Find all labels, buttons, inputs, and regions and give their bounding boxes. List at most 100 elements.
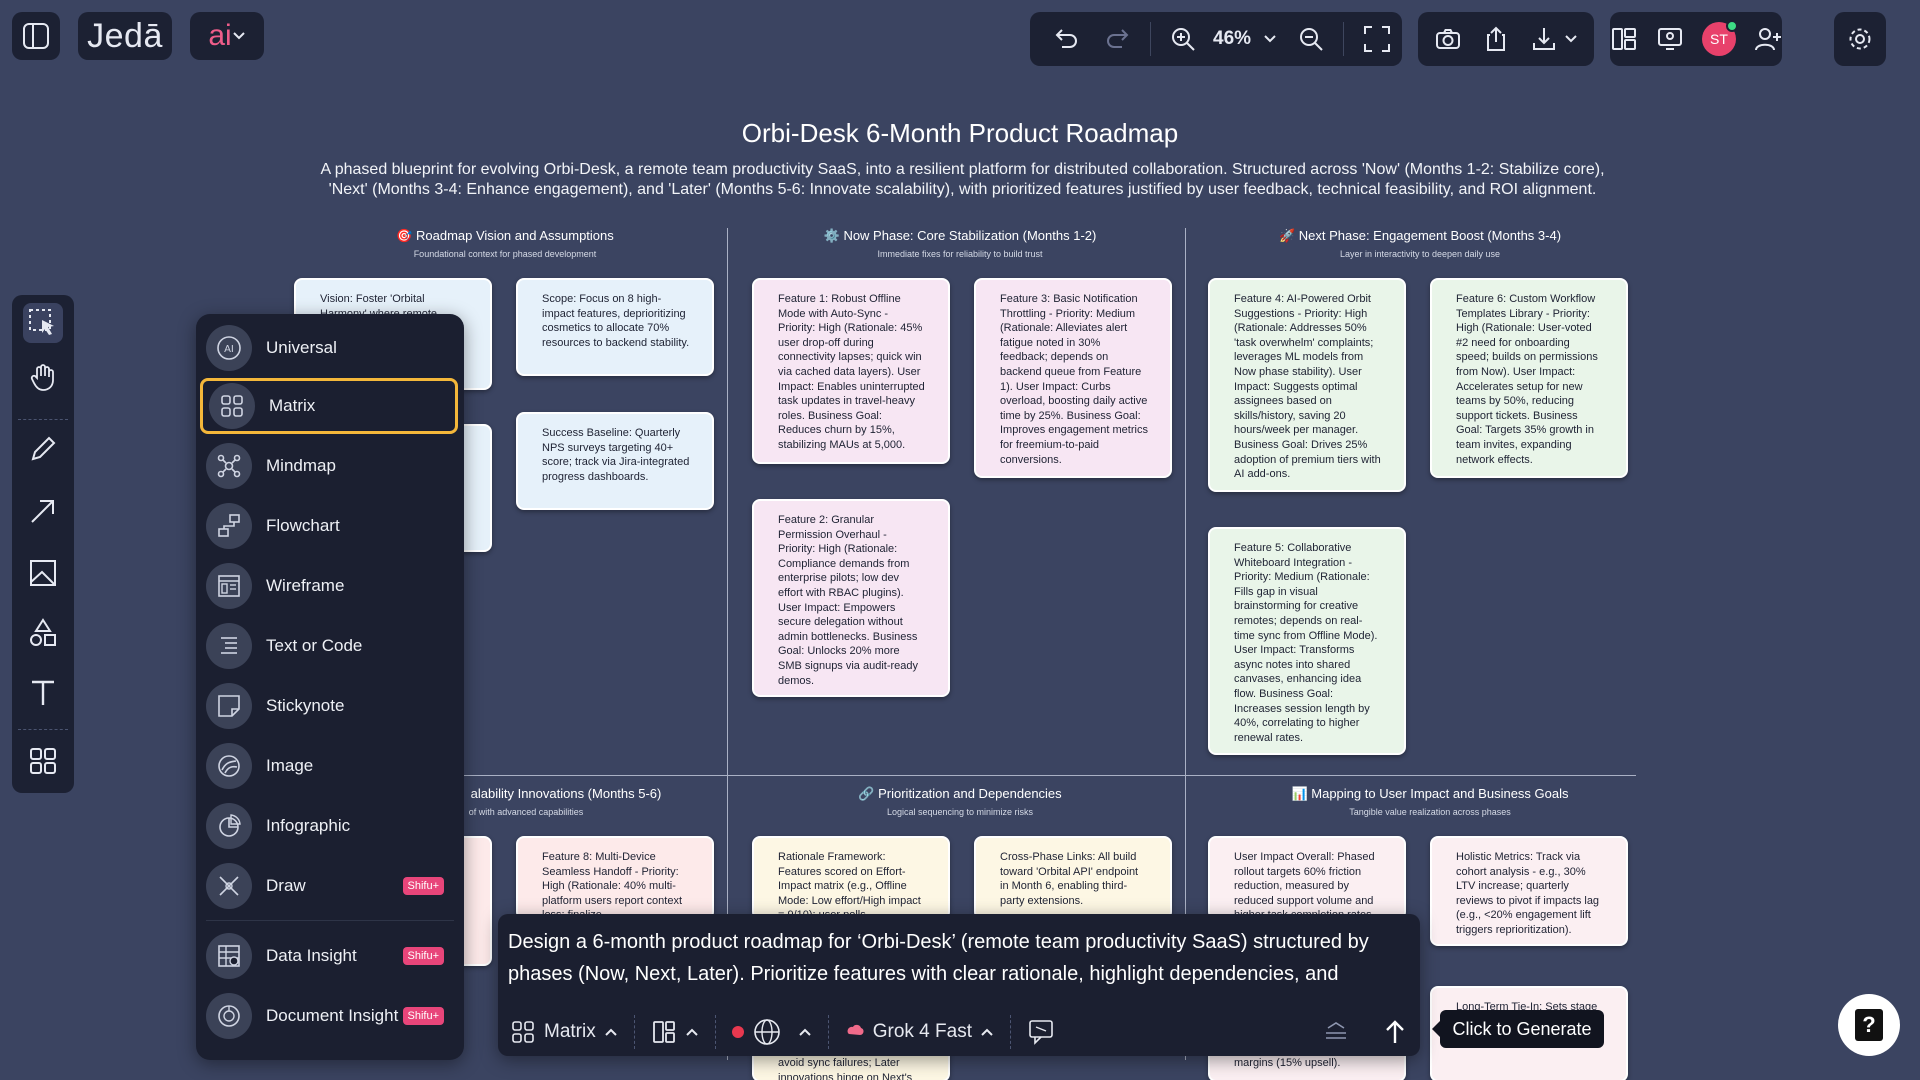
pencil-icon bbox=[31, 436, 56, 461]
pen-tool[interactable] bbox=[23, 429, 63, 469]
chevron-down-icon[interactable] bbox=[1263, 32, 1277, 46]
text-t-icon bbox=[32, 680, 54, 705]
chevron-up-icon bbox=[686, 1028, 698, 1036]
menu-label: Document Insight bbox=[266, 1006, 399, 1025]
stickynote-icon bbox=[218, 695, 240, 717]
stickynote[interactable]: Feature 5: Collaborative Whiteboard Inte… bbox=[1208, 527, 1406, 755]
select-cursor-icon bbox=[29, 309, 54, 335]
stickynote[interactable]: Rationale Framework: Features scored on … bbox=[752, 836, 950, 920]
menu-item-mindmap[interactable]: Mindmap bbox=[200, 438, 458, 494]
ai-menu-button[interactable]: ai bbox=[190, 12, 264, 60]
toolbar-divider bbox=[1009, 1015, 1011, 1049]
layout-panels-icon[interactable] bbox=[1610, 25, 1638, 53]
chat-mode-button[interactable] bbox=[1027, 1017, 1057, 1047]
menu-item-infographic[interactable]: Infographic bbox=[200, 798, 458, 854]
redo-icon[interactable] bbox=[1104, 25, 1132, 53]
stickynote[interactable]: Feature 2: Granular Permission Overhaul … bbox=[752, 499, 950, 697]
stickynote[interactable]: Feature 6: Custom Workflow Templates Lib… bbox=[1430, 278, 1628, 478]
stickynote[interactable]: User Impact Overall: Phased rollout targ… bbox=[1208, 836, 1406, 920]
mode-selector[interactable]: Matrix bbox=[510, 1019, 618, 1045]
stickynote[interactable]: Cross-Phase Links: All build toward 'Orb… bbox=[974, 836, 1172, 920]
export-toolbar bbox=[1418, 12, 1594, 66]
download-dropdown[interactable] bbox=[1530, 25, 1578, 53]
toolbar-divider bbox=[1343, 22, 1345, 56]
zoom-level[interactable]: 46% bbox=[1213, 28, 1251, 50]
generate-button[interactable] bbox=[1380, 1017, 1410, 1047]
menu-label: Infographic bbox=[266, 816, 351, 835]
stickynote[interactable]: Feature 4: AI-Powered Orbit Suggestions … bbox=[1208, 278, 1406, 492]
matrix-grid-icon bbox=[512, 1021, 534, 1043]
user-avatar[interactable]: ST bbox=[1702, 20, 1738, 56]
insert-menu: AI Universal Matrix Mindmap Flowchart Wi… bbox=[196, 314, 464, 1060]
generate-tooltip: Click to Generate bbox=[1432, 1010, 1604, 1048]
tool-rail bbox=[12, 295, 74, 793]
sidebar-panel-icon bbox=[23, 23, 49, 49]
toolbar-divider bbox=[633, 1015, 635, 1049]
stickynote[interactable]: Success Baseline: Quarterly NPS surveys … bbox=[516, 412, 714, 510]
help-button[interactable]: ? bbox=[1838, 994, 1900, 1056]
section-subtitle-impact: Tangible value realization across phases bbox=[1349, 807, 1511, 817]
shapes-tool[interactable] bbox=[23, 613, 63, 653]
menu-item-stickynote[interactable]: Stickynote bbox=[200, 678, 458, 734]
image-tool[interactable] bbox=[23, 553, 63, 593]
stickynote[interactable]: Feature 1: Robust Offline Mode with Auto… bbox=[752, 278, 950, 464]
prompt-panel: Design a 6-month product roadmap for ‘Or… bbox=[498, 914, 1420, 1056]
jeda-logo[interactable]: Jedā bbox=[78, 12, 172, 60]
grid-divider-horizontal bbox=[450, 775, 1636, 776]
section-subtitle-later: of with advanced capabilities bbox=[468, 807, 584, 817]
menu-item-document-insight[interactable]: Document Insight Shifu+ bbox=[200, 988, 458, 1044]
settings-button[interactable] bbox=[1834, 12, 1886, 66]
svg-text:AI: AI bbox=[224, 344, 234, 355]
insert-tool[interactable] bbox=[23, 741, 63, 781]
arrow-up-icon bbox=[1386, 1020, 1404, 1043]
logo-text: Jedā bbox=[87, 16, 163, 55]
menu-item-text-code[interactable]: Text or Code bbox=[200, 618, 458, 674]
presentation-icon[interactable] bbox=[1656, 25, 1684, 53]
section-title-now: ⚙️ Now Phase: Core Stabilization (Months… bbox=[823, 228, 1097, 243]
text-code-icon bbox=[221, 637, 237, 654]
undo-icon[interactable] bbox=[1052, 25, 1080, 53]
ai-icon: AI bbox=[217, 336, 241, 360]
pan-tool[interactable] bbox=[23, 357, 63, 397]
expand-prompt-button[interactable] bbox=[1322, 1018, 1350, 1046]
menu-label: Universal bbox=[266, 338, 337, 357]
toolbar-divider bbox=[714, 1015, 716, 1049]
menu-item-flowchart[interactable]: Flowchart bbox=[200, 498, 458, 554]
menu-item-data-insight[interactable]: Data Insight Shifu+ bbox=[200, 928, 458, 984]
sidebar-toggle-button[interactable] bbox=[12, 12, 60, 60]
text-tool[interactable] bbox=[23, 673, 63, 713]
layout-selector[interactable] bbox=[651, 1019, 699, 1045]
camera-icon[interactable] bbox=[1434, 25, 1462, 53]
zoom-out-icon[interactable] bbox=[1297, 25, 1325, 53]
menu-label: Mindmap bbox=[266, 456, 336, 475]
menu-item-image[interactable]: Image bbox=[200, 738, 458, 794]
menu-item-matrix[interactable]: Matrix bbox=[200, 378, 458, 434]
add-user-icon[interactable] bbox=[1754, 25, 1782, 53]
data-insight-icon bbox=[218, 945, 240, 967]
stickynote[interactable]: Holistic Metrics: Track via cohort analy… bbox=[1430, 836, 1628, 946]
download-icon bbox=[1533, 28, 1555, 50]
rail-divider bbox=[18, 419, 68, 420]
fit-screen-icon[interactable] bbox=[1362, 24, 1392, 54]
prompt-input[interactable]: Design a 6-month product roadmap for ‘Or… bbox=[508, 926, 1403, 990]
menu-item-universal[interactable]: AI Universal bbox=[200, 320, 458, 376]
stickynote[interactable]: Feature 3: Basic Notification Throttling… bbox=[974, 278, 1172, 478]
menu-label: Draw bbox=[266, 876, 306, 895]
zoom-in-icon[interactable] bbox=[1169, 25, 1197, 53]
menu-item-wireframe[interactable]: Wireframe bbox=[200, 558, 458, 614]
arrow-tool[interactable] bbox=[23, 491, 63, 531]
menu-divider bbox=[206, 920, 454, 921]
section-subtitle-vision: Foundational context for phased developm… bbox=[413, 249, 597, 259]
web-search-toggle[interactable] bbox=[731, 1017, 812, 1047]
model-selector[interactable]: Grok 4 Fast bbox=[845, 1021, 994, 1043]
model-label: Grok 4 Fast bbox=[872, 1021, 972, 1042]
draw-icon bbox=[219, 876, 239, 896]
upload-icon[interactable] bbox=[1482, 25, 1510, 53]
menu-item-draw[interactable]: Draw Shifu+ bbox=[200, 858, 458, 914]
select-tool[interactable] bbox=[23, 303, 63, 343]
section-subtitle-next: Layer in interactivity to deepen daily u… bbox=[1339, 249, 1501, 259]
stickynote[interactable]: Scope: Focus on 8 high-impact features, … bbox=[516, 278, 714, 376]
prompt-toolbar: Matrix Grok 4 Fast bbox=[498, 1008, 1420, 1056]
wireframe-icon bbox=[218, 575, 240, 597]
stickynote[interactable]: Feature 8: Multi-Device Seamless Handoff… bbox=[516, 836, 714, 920]
